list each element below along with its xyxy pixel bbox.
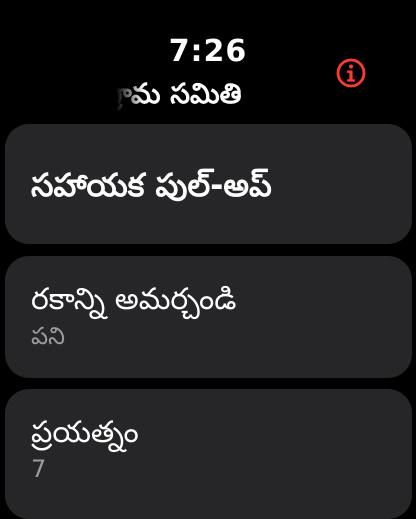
page-title-text: గ్రామ సమితి — [116, 77, 242, 110]
effort-value: 7 — [31, 455, 47, 483]
workout-title: సహాయక పుల్-అప్ — [31, 166, 272, 204]
info-button[interactable] — [334, 56, 368, 90]
workout-card[interactable]: సహాయక పుల్-అప్ — [5, 124, 412, 244]
set-type-row[interactable]: రకాన్ని అమర్చండి పని — [5, 256, 412, 378]
info-circle-icon — [336, 58, 366, 88]
page-title: గ్రామ సమితి — [116, 74, 286, 114]
effort-row[interactable]: ప్రయత్నం 7 — [5, 389, 412, 519]
set-type-value: పని — [31, 322, 65, 350]
set-type-label: రకాన్ని అమర్చండి — [31, 282, 237, 317]
effort-label: ప్రయత్నం — [31, 415, 139, 450]
